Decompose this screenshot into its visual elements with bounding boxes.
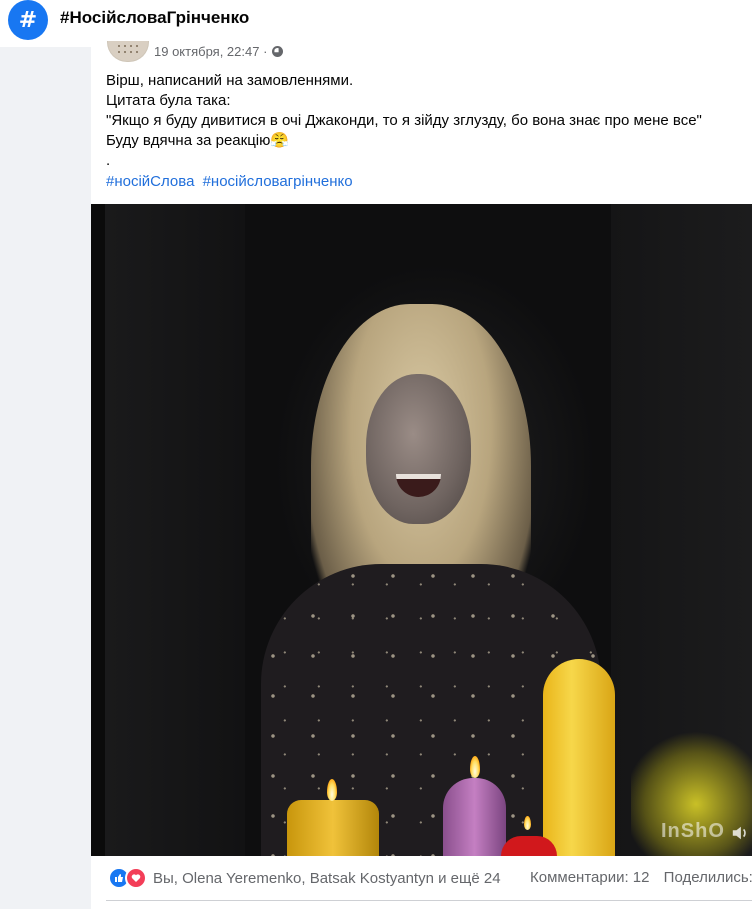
volume-icon[interactable]	[731, 824, 749, 842]
author-avatar[interactable]	[107, 41, 149, 62]
candle-flame	[327, 779, 337, 801]
post-text-line: Цитата була така:	[106, 92, 231, 109]
post-meta: 19 октября, 22:47 ·	[154, 44, 284, 59]
post-text-line: Вірш, написаний на замовленнями.	[106, 72, 354, 89]
post-text-line: Буду вдячна за реакцію😤	[106, 132, 290, 149]
hashtag-icon: #	[8, 0, 48, 40]
post-stats: Комментарии: 12 Поделились: 3	[530, 869, 752, 886]
candle-flame	[524, 816, 531, 830]
comments-count[interactable]: Комментарии: 12	[530, 869, 650, 886]
orange-candle	[287, 800, 379, 856]
hashtag-link[interactable]: #носійсловагрінченко	[203, 173, 353, 190]
purple-candle	[443, 778, 506, 856]
shares-count[interactable]: Поделились: 3	[664, 869, 752, 886]
hashtag-symbol: #	[18, 7, 38, 33]
left-gutter	[0, 47, 91, 909]
post-text-line: "Якщо я буду дивитися в очі Джаконди, то…	[106, 112, 702, 129]
love-icon	[125, 867, 147, 889]
post-text: Вірш, написаний на замовленнями. Цитата …	[106, 71, 746, 171]
post-card: 19 октября, 22:47 · Вірш, написаний на з…	[91, 41, 752, 909]
reactors-text[interactable]: Вы, Olena Yeremenko, Batsak Kostyantyn и…	[153, 870, 501, 887]
reaction-summary[interactable]: Вы, Olena Yeremenko, Batsak Kostyantyn и…	[108, 867, 501, 889]
candle-flame	[470, 756, 480, 778]
video-person-face	[366, 374, 471, 524]
hashtag-list: #носійСлова #носійсловагрінченко	[106, 173, 357, 190]
globe-icon	[272, 46, 284, 57]
video-player[interactable]: InShO	[91, 204, 752, 856]
hashtag-link[interactable]: #носійСлова	[106, 173, 194, 190]
video-background-left	[105, 204, 245, 856]
page-title[interactable]: #НосійсловаГрінченко	[60, 8, 249, 28]
divider	[106, 900, 752, 901]
red-candle	[501, 836, 557, 856]
post-timestamp[interactable]: 19 октября, 22:47 ·	[154, 44, 267, 59]
yellow-candle	[543, 659, 615, 856]
video-watermark: InShO	[661, 820, 725, 842]
post-text-line: .	[106, 152, 111, 169]
